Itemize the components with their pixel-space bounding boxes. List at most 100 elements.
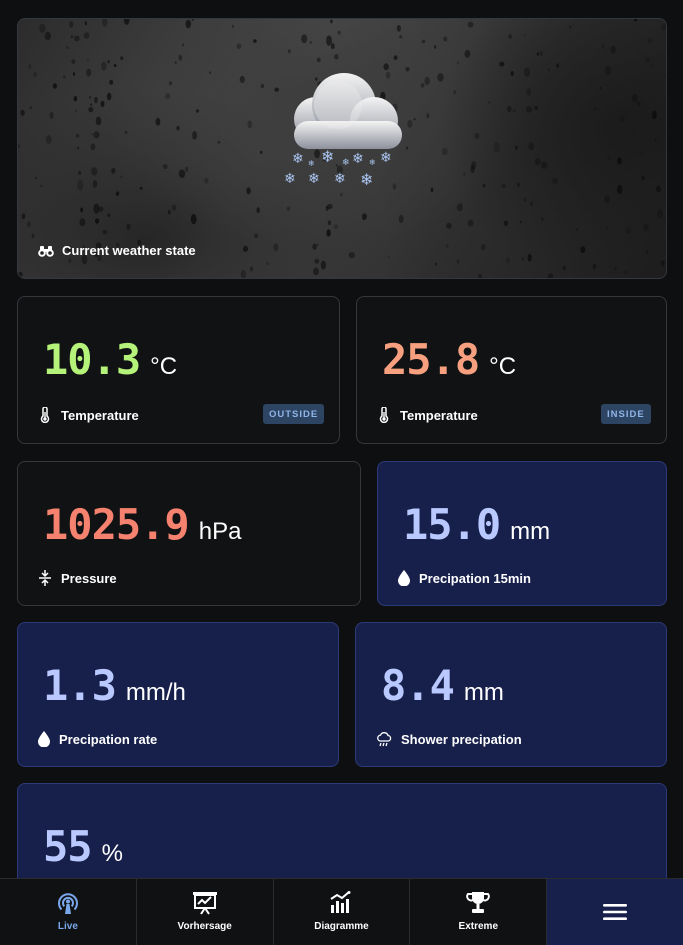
droplet-icon xyxy=(398,570,410,586)
rain-drop xyxy=(387,256,390,259)
pressure-unit: hPa xyxy=(198,518,242,545)
rain-drop xyxy=(580,246,586,254)
rain-drop xyxy=(120,56,124,60)
rain-drop xyxy=(632,93,638,103)
rain-drop xyxy=(536,52,540,56)
svg-text:❄: ❄ xyxy=(380,150,392,166)
nav-item-live[interactable]: Live xyxy=(0,879,137,945)
precipitation-15min-reading: 15.0 mm xyxy=(403,500,550,549)
trophy-icon xyxy=(466,892,491,913)
rain-drop xyxy=(91,167,98,176)
rain-drop xyxy=(441,147,448,156)
svg-text:❄: ❄ xyxy=(321,147,334,166)
nav-item-extreme[interactable]: Extreme xyxy=(410,879,548,945)
binoculars-icon xyxy=(38,245,54,257)
rain-drop xyxy=(90,103,93,106)
rain-drop xyxy=(88,107,94,113)
rain-drop xyxy=(608,155,611,160)
rain-drop xyxy=(619,116,626,123)
rain-drop xyxy=(236,43,242,50)
rain-drop xyxy=(508,34,512,39)
rain-drop xyxy=(49,111,54,119)
rain-drop xyxy=(320,260,326,270)
rain-drop xyxy=(527,254,532,262)
rain-drop xyxy=(71,59,76,64)
rain-drop xyxy=(637,101,641,107)
rain-drop xyxy=(599,87,602,89)
rain-drop xyxy=(309,41,312,44)
rain-drop xyxy=(474,132,480,140)
cloud-rain-icon xyxy=(377,732,392,747)
rain-drop xyxy=(562,265,566,271)
precipitation-rate-card[interactable]: 1.3 mm/h Precipation rate xyxy=(17,622,339,767)
rain-drop xyxy=(92,180,98,188)
thermometer-icon xyxy=(40,407,50,423)
rain-drop xyxy=(106,92,112,101)
droplet-icon xyxy=(38,731,50,747)
rain-drop xyxy=(91,133,93,136)
precipitation-rate-value: 1.3 xyxy=(43,661,117,710)
shower-precipitation-card[interactable]: 8.4 mm Shower precipation xyxy=(355,622,667,767)
rain-drop xyxy=(167,209,171,215)
nav-label-vorhersage: Vorhersage xyxy=(177,921,232,932)
rain-drop xyxy=(334,54,339,60)
rain-drop xyxy=(178,169,186,178)
rain-drop xyxy=(647,37,653,44)
rain-drop xyxy=(642,223,649,232)
rain-drop xyxy=(31,233,35,239)
nav-label-extreme: Extreme xyxy=(458,921,499,932)
temperature-outside-card[interactable]: 10.3 °C Temperature OUTSIDE xyxy=(17,296,340,444)
current-weather-card[interactable]: ❄ ❄ ❄ ❄ ❄ ❄ ❄ ❄ ❄ ❄ ❄ Current weather st… xyxy=(17,18,667,279)
rain-drop xyxy=(176,125,180,131)
rain-drop xyxy=(79,218,86,227)
rain-drop xyxy=(18,144,20,149)
rain-drop xyxy=(624,270,628,275)
rain-drop xyxy=(337,30,341,35)
rain-drop xyxy=(420,83,425,88)
nav-item-diagramme[interactable]: Diagramme xyxy=(274,879,411,945)
nav-item-vorhersage[interactable]: Vorhersage xyxy=(137,879,274,945)
rain-drop xyxy=(650,64,653,67)
rain-drop xyxy=(396,25,401,32)
rain-drop xyxy=(72,72,76,76)
svg-text:❄: ❄ xyxy=(308,159,315,168)
rain-drop xyxy=(94,96,98,104)
temperature-outside-value: 10.3 xyxy=(43,335,141,384)
hamburger-menu-icon xyxy=(603,904,628,920)
temperature-outside-label: Temperature xyxy=(61,407,139,423)
pressure-card[interactable]: 1025.9 hPa Pressure xyxy=(17,461,361,606)
precipitation-15min-unit: mm xyxy=(510,518,551,545)
rain-drop xyxy=(512,108,516,113)
rain-drop xyxy=(647,240,649,244)
menu-button[interactable] xyxy=(547,879,683,945)
svg-text:❄: ❄ xyxy=(284,171,296,187)
rain-drop xyxy=(456,203,463,212)
temperature-inside-card[interactable]: 25.8 °C Temperature INSIDE xyxy=(356,296,667,444)
temperature-inside-unit: °C xyxy=(489,353,517,380)
pressure-value: 1025.9 xyxy=(43,500,190,549)
rain-drop xyxy=(594,107,597,111)
rain-drop xyxy=(519,220,522,224)
rain-drop xyxy=(73,95,78,102)
rain-drop xyxy=(191,19,195,21)
rain-drop xyxy=(86,59,90,62)
temperature-inside-reading: 25.8 °C xyxy=(382,335,516,384)
rain-drop xyxy=(314,258,320,264)
compress-arrows-icon xyxy=(39,570,51,586)
rain-drop xyxy=(301,34,308,44)
rain-drop xyxy=(102,229,108,235)
rain-drop xyxy=(434,45,437,49)
rain-drop xyxy=(605,65,611,76)
inside-badge: INSIDE xyxy=(601,404,651,424)
rain-drop xyxy=(124,130,128,134)
rain-drop xyxy=(247,120,253,129)
svg-text:❄: ❄ xyxy=(292,151,304,167)
rain-drop xyxy=(539,51,544,56)
precipitation-15min-card[interactable]: 15.0 mm Precipation 15min xyxy=(377,461,667,606)
rain-drop xyxy=(21,213,26,220)
temperature-outside-label-row: Temperature xyxy=(38,407,139,423)
rain-drop xyxy=(617,184,623,195)
snow-cloud-icon: ❄ ❄ ❄ ❄ ❄ ❄ ❄ ❄ ❄ ❄ ❄ xyxy=(284,73,402,189)
rain-drop xyxy=(424,76,430,85)
temperature-inside-label-row: Temperature xyxy=(377,407,478,423)
